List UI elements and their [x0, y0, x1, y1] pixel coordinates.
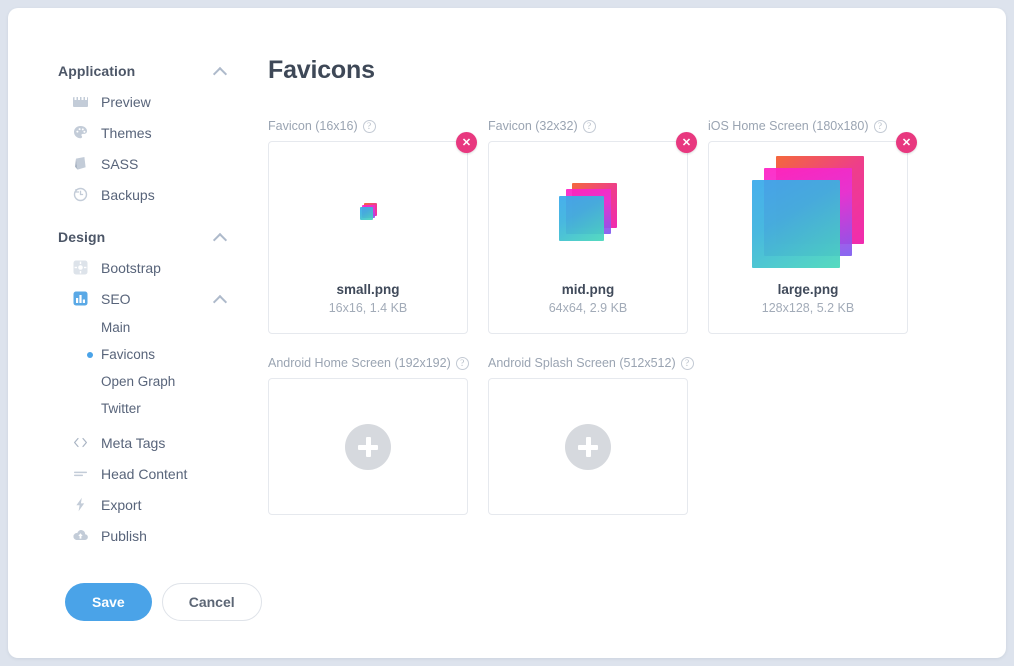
- plus-icon[interactable]: [345, 424, 391, 470]
- bolt-icon: [72, 496, 89, 513]
- sidebar-section-label: Application: [58, 63, 213, 79]
- sidebar-section-design[interactable]: Design: [58, 222, 243, 252]
- sidebar-item-export[interactable]: Export: [58, 489, 243, 520]
- slot-label-text: Android Home Screen (192x192): [268, 356, 451, 370]
- sidebar-section-application[interactable]: Application: [58, 56, 243, 86]
- thumbnail-meta: large.png 128x128, 5.2 KB: [709, 281, 907, 333]
- slot-label-row: Favicon (16x16) ?: [268, 117, 468, 135]
- slot-label-row: iOS Home Screen (180x180) ?: [708, 117, 908, 135]
- sidebar-subitem-label: Favicons: [101, 347, 155, 362]
- remove-icon[interactable]: ✕: [456, 132, 477, 153]
- remove-icon[interactable]: ✕: [676, 132, 697, 153]
- file-name: large.png: [709, 281, 907, 299]
- favicon-slot-favicon-32: Favicon (32x32) ? ✕ mid.png 64x64,: [488, 117, 688, 334]
- favicon-thumbnail[interactable]: ✕ large.png 128x128, 5.2 KB: [708, 141, 908, 334]
- active-indicator-dot: [87, 352, 93, 358]
- file-meta: 128x128, 5.2 KB: [709, 299, 907, 317]
- sidebar-item-meta-tags[interactable]: Meta Tags: [58, 427, 243, 458]
- sass-icon: [72, 155, 89, 172]
- sidebar-item-label: SEO: [101, 291, 213, 307]
- sidebar-subitem-label: Twitter: [101, 401, 141, 416]
- file-name: mid.png: [489, 281, 687, 299]
- sidebar-item-label: Preview: [101, 94, 243, 110]
- save-button[interactable]: Save: [65, 583, 152, 621]
- form-actions: Save Cancel: [65, 583, 262, 621]
- page-title: Favicons: [268, 56, 982, 85]
- sidebar-item-preview[interactable]: Preview: [58, 86, 243, 117]
- lines-icon: [72, 465, 89, 482]
- sidebar-item-backups[interactable]: Backups: [58, 179, 243, 210]
- thumbnail-meta: mid.png 64x64, 2.9 KB: [489, 281, 687, 333]
- slot-label-text: Favicon (32x32): [488, 119, 578, 133]
- favicon-thumbnail[interactable]: ✕ small.png 16x16, 1.4 KB: [268, 141, 468, 334]
- help-icon[interactable]: ?: [456, 357, 469, 370]
- sidebar-item-label: Backups: [101, 187, 243, 203]
- sidebar-item-label: Bootstrap: [101, 260, 243, 276]
- sidebar-item-label: Publish: [101, 528, 243, 544]
- history-icon: [72, 186, 89, 203]
- favicon-thumbnail[interactable]: ✕ mid.png 64x64, 2.9 KB: [488, 141, 688, 334]
- favicon-slot-android-home: Android Home Screen (192x192) ?: [268, 354, 468, 515]
- sidebar-item-favicons[interactable]: Favicons: [58, 341, 243, 368]
- thumbnail-image: [489, 142, 687, 281]
- code-brackets-icon: [72, 434, 89, 451]
- file-name: small.png: [269, 281, 467, 299]
- chevron-up-icon[interactable]: [213, 64, 227, 78]
- sidebar-item-label: Head Content: [101, 466, 243, 482]
- seo-chart-icon: [72, 290, 89, 307]
- sidebar-item-label: SASS: [101, 156, 243, 172]
- sidebar-item-label: Export: [101, 497, 243, 513]
- logo-art: [559, 183, 617, 241]
- palette-icon: [72, 124, 89, 141]
- bootstrap-gear-icon: [72, 259, 89, 276]
- chevron-up-icon[interactable]: [213, 230, 227, 244]
- slot-label-text: Favicon (16x16): [268, 119, 358, 133]
- sidebar-item-bootstrap[interactable]: Bootstrap: [58, 252, 243, 283]
- favicon-upload-dropzone[interactable]: [488, 378, 688, 515]
- sidebar-item-twitter[interactable]: Twitter: [58, 395, 243, 422]
- sidebar-item-themes[interactable]: Themes: [58, 117, 243, 148]
- favicon-slot-android-splash: Android Splash Screen (512x512) ?: [488, 354, 688, 515]
- sidebar-section-label: Design: [58, 229, 213, 245]
- logo-art: [752, 156, 864, 268]
- help-icon[interactable]: ?: [874, 120, 887, 133]
- preview-icon: [72, 93, 89, 110]
- chevron-up-icon[interactable]: [213, 292, 227, 306]
- slot-label-row: Favicon (32x32) ?: [488, 117, 688, 135]
- file-meta: 16x16, 1.4 KB: [269, 299, 467, 317]
- sidebar-subitem-label: Open Graph: [101, 374, 175, 389]
- sidebar-item-sass[interactable]: SASS: [58, 148, 243, 179]
- favicon-slot-favicon-16: Favicon (16x16) ? ✕ small.png 16x1: [268, 117, 468, 334]
- cloud-upload-icon: [72, 527, 89, 544]
- sidebar: Application Preview Themes SASS B: [58, 56, 243, 551]
- help-icon[interactable]: ?: [681, 357, 694, 370]
- favicon-grid: Favicon (16x16) ? ✕ small.png 16x1: [268, 117, 928, 515]
- sidebar-item-main[interactable]: Main: [58, 314, 243, 341]
- thumbnail-image: [709, 142, 907, 281]
- thumbnail-meta: small.png 16x16, 1.4 KB: [269, 281, 467, 333]
- sidebar-item-seo[interactable]: SEO: [58, 283, 243, 314]
- favicon-upload-dropzone[interactable]: [268, 378, 468, 515]
- help-icon[interactable]: ?: [583, 120, 596, 133]
- main-content: Favicons Favicon (16x16) ? ✕: [260, 56, 982, 515]
- app-window: Application Preview Themes SASS B: [8, 8, 1006, 658]
- slot-label-row: Android Home Screen (192x192) ?: [268, 354, 468, 372]
- sidebar-subitem-label: Main: [101, 320, 130, 335]
- sidebar-item-publish[interactable]: Publish: [58, 520, 243, 551]
- slot-label-text: Android Splash Screen (512x512): [488, 356, 676, 370]
- favicon-slot-ios-home: iOS Home Screen (180x180) ? ✕ large.png: [708, 117, 908, 334]
- sidebar-item-label: Themes: [101, 125, 243, 141]
- logo-art: [360, 203, 377, 220]
- sidebar-item-head-content[interactable]: Head Content: [58, 458, 243, 489]
- cancel-button[interactable]: Cancel: [162, 583, 262, 621]
- plus-icon[interactable]: [565, 424, 611, 470]
- thumbnail-image: [269, 142, 467, 281]
- remove-icon[interactable]: ✕: [896, 132, 917, 153]
- sidebar-item-open-graph[interactable]: Open Graph: [58, 368, 243, 395]
- slot-label-text: iOS Home Screen (180x180): [708, 119, 869, 133]
- file-meta: 64x64, 2.9 KB: [489, 299, 687, 317]
- help-icon[interactable]: ?: [363, 120, 376, 133]
- sidebar-item-label: Meta Tags: [101, 435, 243, 451]
- slot-label-row: Android Splash Screen (512x512) ?: [488, 354, 688, 372]
